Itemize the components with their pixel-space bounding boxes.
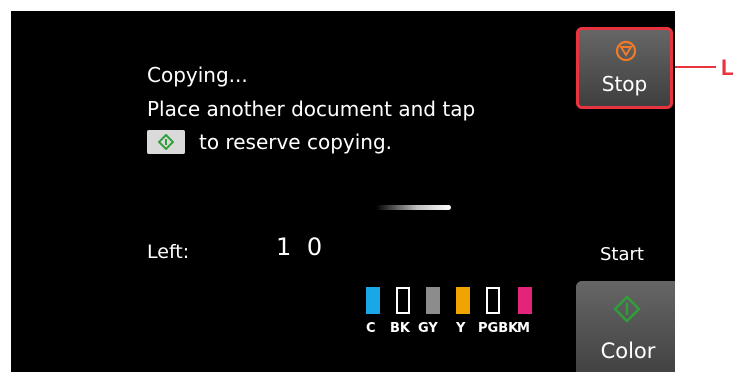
ink-label-gy: GY — [418, 321, 438, 336]
ink-tank-c — [366, 287, 380, 314]
status-line-instruction: Place another document and tap — [147, 97, 476, 121]
progress-indicator — [376, 205, 451, 210]
ink-label-bk: BK — [390, 321, 410, 336]
status-line-reserve: to reserve copying. — [199, 130, 393, 154]
ink-label-m: M — [517, 321, 530, 336]
start-caption: Start — [600, 244, 644, 265]
ink-tank-gy — [426, 287, 440, 314]
ink-tank-y — [456, 287, 470, 314]
callout-line — [675, 66, 716, 68]
inline-start-icon — [147, 130, 185, 154]
stop-button-label: Stop — [601, 72, 648, 96]
status-line-copying: Copying... — [147, 63, 248, 87]
start-diamond-icon — [158, 134, 174, 150]
ink-label-pgbk: PGBK — [478, 321, 519, 336]
ink-tank-pgbk — [486, 287, 500, 314]
start-diamond-icon — [613, 295, 641, 323]
stop-button[interactable]: Stop — [576, 27, 673, 109]
ink-label-c: C — [366, 321, 376, 336]
copies-left-value: 1 0 — [276, 233, 327, 261]
ink-tank-bk — [396, 287, 410, 314]
ink-label-y: Y — [456, 321, 466, 336]
printer-touch-screen: Copying... Place another document and ta… — [11, 11, 675, 372]
ink-tank-m — [518, 287, 532, 314]
stop-icon — [615, 40, 637, 62]
color-button-label: Color — [600, 339, 656, 363]
copies-left-label: Left: — [147, 241, 190, 263]
color-start-button[interactable]: Color — [576, 281, 675, 372]
callout-letter: L — [721, 55, 733, 80]
